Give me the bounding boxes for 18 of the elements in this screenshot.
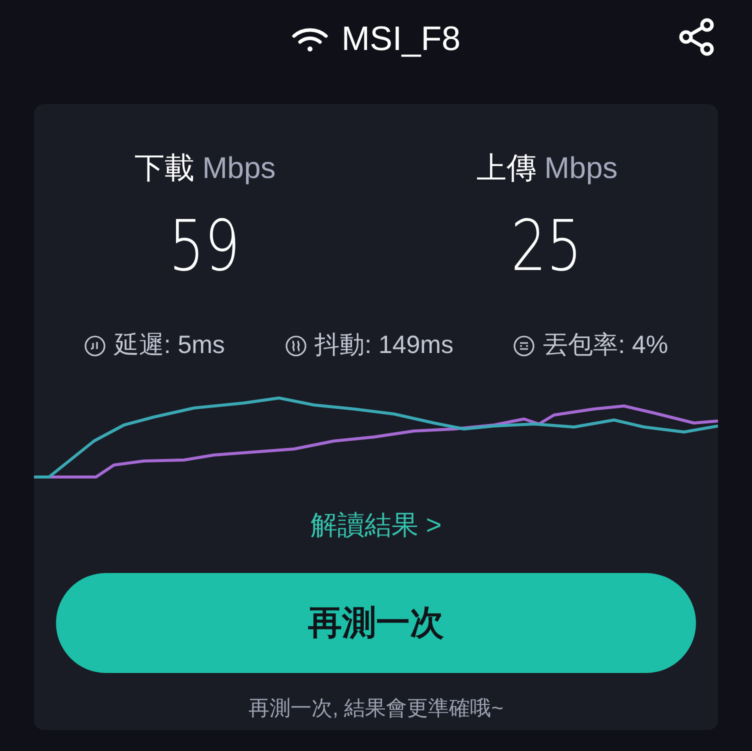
latency-icon	[84, 334, 106, 357]
unit-label: Mbps	[544, 151, 618, 187]
stat-text: 丟包率: 4%	[543, 330, 668, 361]
speed-value: 59	[169, 211, 241, 281]
network-name: MSI_F8	[341, 19, 461, 60]
interpret-results-link[interactable]: 解讀結果 >	[310, 504, 442, 545]
unit-label: Mbps	[202, 151, 276, 187]
wifi-icon	[291, 26, 330, 54]
result-label: 下載	[134, 151, 194, 187]
hint-text: 再測一次, 結果會更準確哦~	[248, 696, 504, 722]
packet-loss-icon	[513, 334, 536, 357]
share-icon[interactable]	[678, 18, 716, 56]
stat-text: 抖動: 149ms	[314, 330, 454, 361]
stat-text: 延遲: 5ms	[114, 330, 225, 361]
result-label: 上傳	[476, 151, 536, 187]
wave-icon	[284, 334, 307, 357]
retest-button[interactable]: 再測一次	[56, 573, 696, 673]
speed-value: 25	[511, 211, 583, 281]
